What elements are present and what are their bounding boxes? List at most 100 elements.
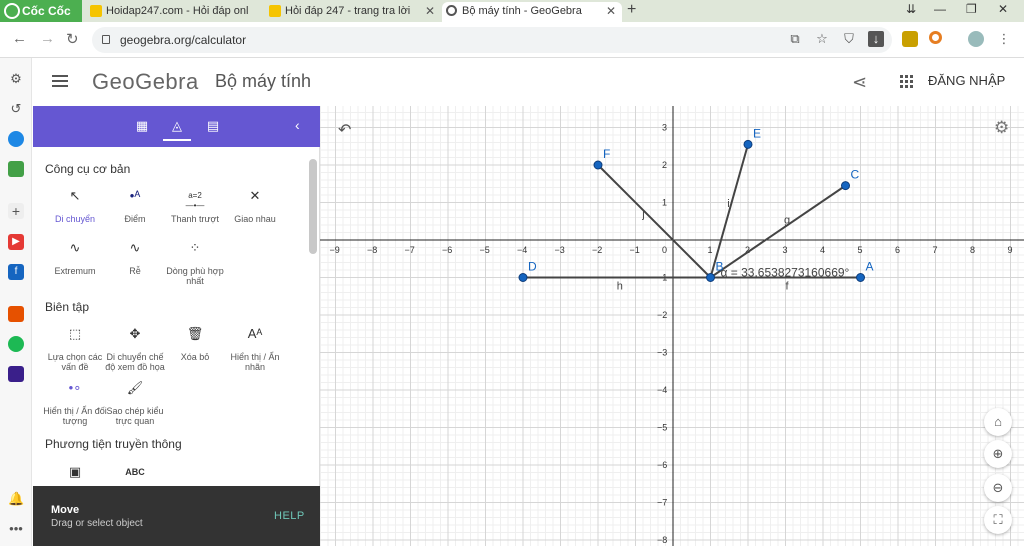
spotify-icon[interactable] — [8, 336, 24, 352]
bell-icon[interactable]: 🔔 — [8, 491, 24, 507]
graphics-view[interactable]: −9 −8 −7 −6 −5 −4 −3 −2 −1 1 2 3 4 5 6 7 8 9 3 2 1 −1 −2 −3 −4 −5… — [320, 106, 1024, 546]
hamburger-menu-icon[interactable] — [52, 75, 68, 90]
tab-title: Bộ máy tính - GeoGebra — [462, 5, 582, 17]
panel-scrollbar[interactable] — [309, 159, 317, 254]
profile-avatar-icon[interactable] — [968, 31, 984, 47]
tool-extremum[interactable]: ∿ Extremum — [43, 240, 107, 276]
maximize-icon[interactable]: ❐ — [966, 2, 977, 16]
point-F[interactable] — [593, 160, 603, 170]
segment-label-h: h — [617, 281, 623, 293]
calculator-tab-icon[interactable]: ▦ — [134, 118, 150, 134]
bookmark-star-icon[interactable]: ☆ — [814, 31, 830, 47]
browser-brand[interactable]: Cốc Cốc — [0, 0, 82, 22]
point-E[interactable] — [743, 139, 753, 149]
x-tick-label: −4 — [517, 245, 527, 255]
reload-icon[interactable]: ↻ — [66, 30, 79, 48]
table-tab-icon[interactable]: ▤ — [205, 118, 221, 134]
tool-show-hide-label[interactable]: Aᴬ Hiển thị / Ẩn nhãn — [223, 327, 287, 372]
tool-copy-style[interactable]: 🖌 Sao chép kiểu trực quan — [103, 381, 167, 426]
geogebra-logo[interactable]: GeoGebra — [92, 69, 199, 95]
address-bar: ← → ↻ geogebra.org/calculator ⧉ ☆ ⛉ ↓ ⋮ — [0, 22, 1024, 58]
shop-icon[interactable] — [8, 306, 24, 322]
menu-dots-icon[interactable]: ⋮ — [996, 31, 1012, 47]
new-tab-icon[interactable]: + — [627, 1, 636, 19]
tab-geogebra[interactable]: Bộ máy tính - GeoGebra ✕ — [442, 2, 622, 22]
slider-icon: a=2 —•— — [185, 191, 205, 210]
close-tab-icon[interactable]: ✕ — [425, 2, 435, 20]
tool-delete[interactable]: 🗑 Xóa bỏ — [163, 327, 227, 362]
tool-point[interactable]: •ᴬ Điểm — [103, 189, 167, 224]
url-field[interactable]: geogebra.org/calculator — [92, 27, 892, 53]
tool-text[interactable]: ABC — [103, 467, 167, 486]
login-button[interactable]: ĐĂNG NHẬP — [928, 73, 1005, 88]
tool-show-hide-object[interactable]: •∘ Hiển thị / Ẩn đối tượng — [43, 381, 107, 426]
more-icon[interactable]: ••• — [8, 521, 24, 537]
tool-move[interactable]: ↖ Di chuyển — [43, 188, 107, 224]
angle-label: α = 33.6538273160669° — [721, 266, 850, 280]
settings-gear-icon[interactable]: ⚙ — [8, 71, 24, 87]
y-tick-label: −6 — [657, 460, 667, 470]
x-tick-label: 4 — [820, 245, 825, 255]
origin-label: 0 — [662, 245, 667, 255]
help-button[interactable]: HELP — [274, 510, 305, 522]
tool-select-objects[interactable]: ⬚ Lựa chọn các vấn đề — [43, 327, 107, 372]
segment-i[interactable] — [709, 144, 749, 278]
x-tick-label: −1 — [630, 245, 640, 255]
coccoc-logo-icon — [4, 3, 20, 19]
game-icon[interactable] — [8, 161, 24, 177]
point-D[interactable] — [518, 273, 528, 282]
browser-sidebar: ⚙ ↺ + ▶ f 🔔 ••• — [0, 58, 32, 546]
collapse-panel-icon[interactable]: ‹ — [295, 117, 300, 133]
back-icon[interactable]: ← — [12, 30, 27, 47]
fullscreen-icon[interactable]: ⛶ — [984, 506, 1012, 534]
point-A[interactable] — [856, 273, 865, 282]
download-icon[interactable]: ↓ — [868, 31, 884, 47]
y-tick-label: −3 — [657, 348, 667, 358]
intersect-icon: ✕ — [249, 188, 261, 203]
x-tick-label: −7 — [405, 245, 415, 255]
messenger-icon[interactable] — [8, 131, 24, 147]
image-icon: ▣ — [68, 464, 82, 479]
extension-icon[interactable] — [902, 31, 918, 47]
point-B[interactable] — [706, 273, 715, 282]
graphics-settings-gear-icon[interactable]: ⚙ — [994, 118, 1009, 138]
tool-intersect[interactable]: ✕ Giao nhau — [223, 188, 287, 224]
translate-icon[interactable]: ⧉ — [787, 31, 803, 47]
tool-move-graphics-view[interactable]: ✥ Di chuyển chế độ xem đồ họa — [103, 327, 167, 372]
point-C[interactable] — [841, 181, 850, 191]
shield-icon[interactable]: ⛉ — [841, 31, 857, 47]
graphics-canvas[interactable]: −9 −8 −7 −6 −5 −4 −3 −2 −1 1 2 3 4 5 6 7 8 9321−1−2−3−4−5… — [320, 106, 1024, 546]
facebook-icon[interactable]: f — [8, 264, 24, 280]
zoom-out-icon[interactable]: ⊖ — [984, 474, 1012, 502]
point-label-A: A — [866, 260, 874, 274]
add-icon[interactable]: + — [8, 203, 24, 219]
tool-image[interactable]: ▣ — [43, 464, 107, 486]
tool-roots[interactable]: ∿ Rễ — [103, 240, 167, 276]
apps-grid-icon[interactable] — [900, 75, 914, 89]
share-icon[interactable]: ⋖ — [852, 72, 867, 93]
tab-hoidap2[interactable]: Hỏi đáp 247 - trang tra lời ✕ — [265, 2, 441, 22]
home-view-icon[interactable]: ⌂ — [984, 408, 1012, 436]
tool-best-fit-line[interactable]: ⁘ Dòng phù hợp nhất — [163, 241, 227, 286]
extremum-curve-icon: ∿ — [69, 240, 81, 255]
minimize-icon[interactable]: — — [934, 2, 946, 16]
segment-j[interactable] — [597, 164, 712, 279]
close-tab-icon[interactable]: ✕ — [606, 2, 616, 20]
tools-tab-icon[interactable]: ◬ — [163, 118, 191, 141]
forward-icon[interactable]: → — [40, 30, 55, 47]
point-label-F: F — [603, 147, 610, 161]
undo-icon[interactable]: ↶ — [338, 120, 351, 140]
y-tick-label: 1 — [662, 198, 667, 208]
tiki-icon[interactable] — [8, 366, 24, 382]
close-window-icon[interactable]: ✕ — [998, 2, 1008, 16]
tab-hoidap1[interactable]: Hoidap247.com - Hỏi đáp onl — [86, 2, 262, 22]
youtube-icon[interactable]: ▶ — [8, 234, 24, 250]
history-icon[interactable]: ↺ — [8, 101, 24, 117]
tab-list-icon[interactable]: ⇊ — [906, 2, 916, 16]
tool-slider[interactable]: a=2 —•— Thanh trượt — [163, 191, 227, 224]
zoom-in-icon[interactable]: ⊕ — [984, 440, 1012, 468]
cursor-arrow-icon: ↖ — [69, 188, 81, 203]
tab-title: Hỏi đáp 247 - trang tra lời — [285, 5, 411, 17]
roots-curve-icon: ∿ — [129, 240, 141, 255]
extension-ring-icon[interactable] — [929, 31, 942, 44]
